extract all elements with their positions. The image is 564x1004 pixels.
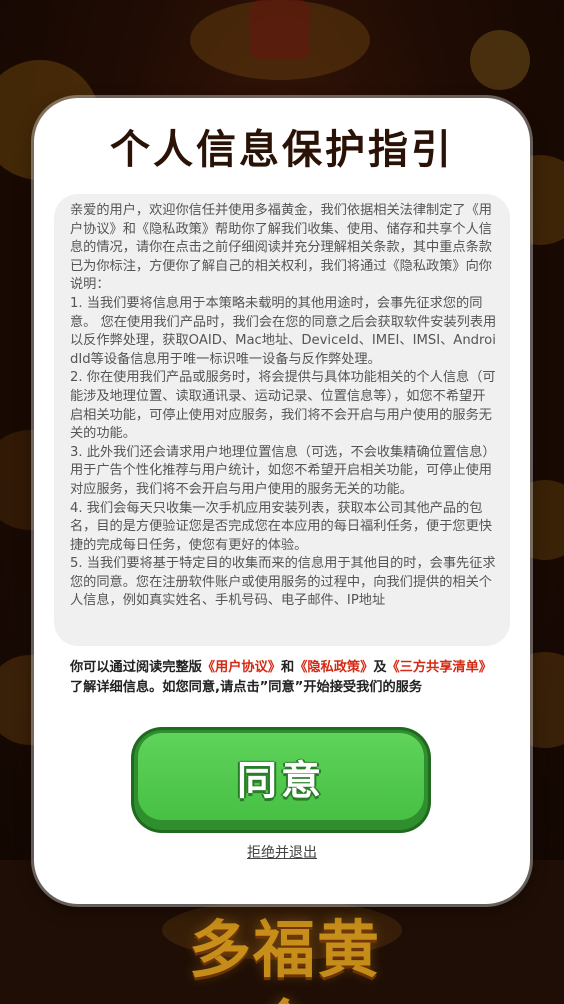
notice-prefix: 你可以通过阅读完整版 (70, 660, 202, 675)
dialog-title: 个人信息保护指引 (110, 127, 454, 173)
refuse-and-exit-link[interactable]: 拒绝并退出 (34, 842, 530, 862)
agree-button-face[interactable]: 同意 (138, 733, 424, 820)
user-agreement-link[interactable]: 《用户协议》 (202, 660, 281, 675)
privacy-policy-link[interactable]: 《隐私政策》 (294, 660, 373, 675)
privacy-dialog: 个人信息保护指引 亲爱的用户，欢迎你信任并使用多福黄金，我们依据相关法律制定了《… (34, 98, 530, 904)
notice-and2: 及 (373, 660, 387, 675)
app-logo: 多福黄金 (188, 913, 381, 1004)
notice-and: 和 (281, 660, 295, 675)
notice-suffix: 了解详细信息。如您同意,请点击”同意”开始接受我们的服务 (70, 680, 423, 695)
agree-button[interactable]: 同意 (134, 730, 428, 830)
policy-scroll-area[interactable]: 亲爱的用户，欢迎你信任并使用多福黄金，我们依据相关法律制定了《用户协议》和《隐私… (54, 194, 510, 646)
agreement-notice: 你可以通过阅读完整版《用户协议》和《隐私政策》及《三方共享清单》了解详细信息。如… (70, 658, 500, 698)
agree-button-label: 同意 (237, 757, 325, 804)
third-party-list-link[interactable]: 《三方共享清单》 (387, 660, 493, 675)
policy-text: 亲爱的用户，欢迎你信任并使用多福黄金，我们依据相关法律制定了《用户协议》和《隐私… (70, 203, 497, 609)
